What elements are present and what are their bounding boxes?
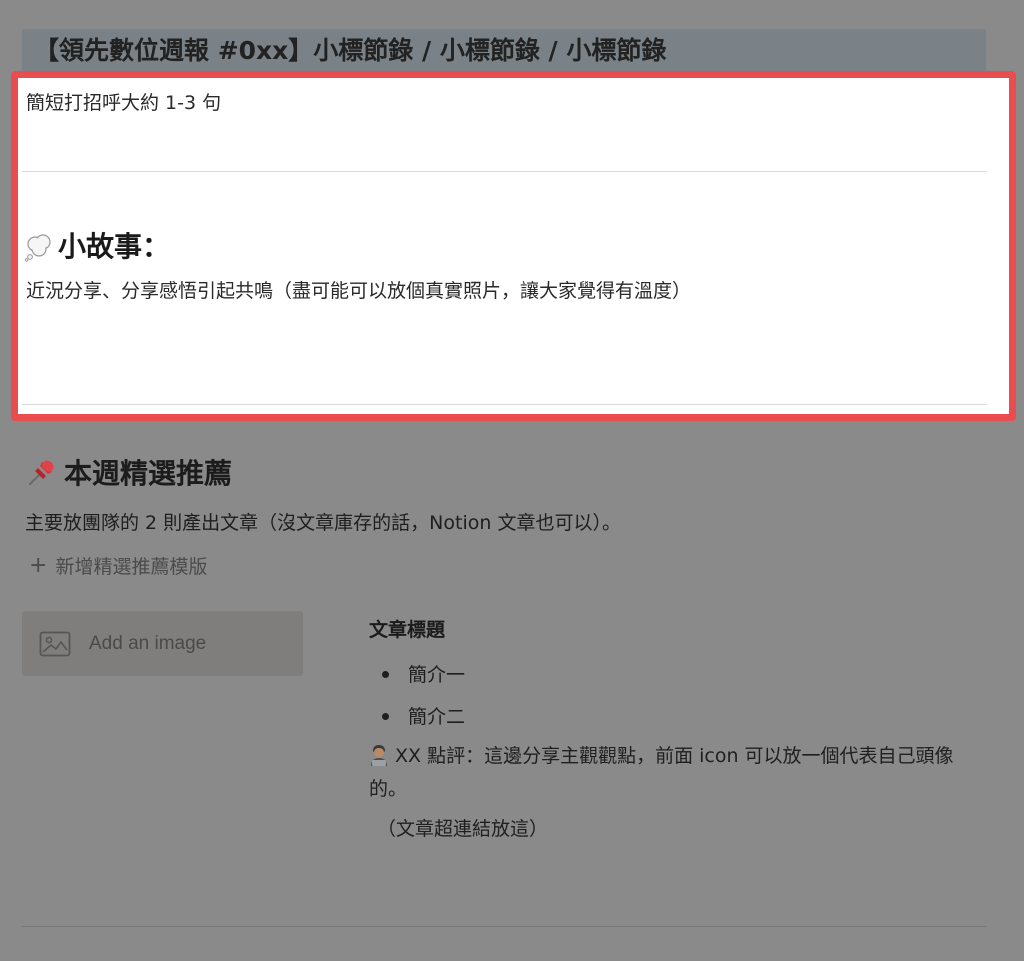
story-body-text[interactable]: 近況分享、分享感悟引起共鳴（盡可能可以放個真實照片，讓大家覺得有溫度） [26,276,691,303]
article-title[interactable]: 文章標題 [369,615,979,642]
page-title[interactable]: 【領先數位週報 #0xx】小標節錄 / 小標節錄 / 小標節錄 [34,36,986,66]
bullet-dot [382,713,389,720]
list-item[interactable]: 簡介一 [369,660,979,688]
highlighted-section: 簡短打招呼大約 1-3 句 小故事： 近況分享、分享感悟引起共鳴（盡可能可以放個… [11,71,1016,421]
divider [22,926,986,927]
featured-description[interactable]: 主要放團隊的 2 則產出文章（沒文章庫存的話，Notion 文章也可以）。 [25,508,621,535]
bullet-dot [382,671,389,678]
list-item[interactable]: 簡介二 [369,702,979,730]
featured-heading[interactable]: 本週精選推薦 [26,452,232,492]
list-item-text: 簡介一 [408,664,466,686]
add-image-label: Add an image [89,632,207,654]
person-at-laptop-icon [371,745,387,766]
reviewer-comment-text: XX 點評：這邊分享主觀觀點，前面 icon 可以放一個代表自己頭像的。 [369,745,954,800]
pushpin-icon [28,460,54,486]
add-image-block[interactable]: Add an image [22,611,303,676]
page-title-bar: 【領先數位週報 #0xx】小標節錄 / 小標節錄 / 小標節錄 [22,29,986,73]
divider [22,171,987,172]
plus-icon: + [29,552,48,578]
story-heading[interactable]: 小故事： [24,225,170,265]
article-bullet-list: 簡介一 簡介二 [369,660,979,730]
thought-bubble-icon [24,234,51,262]
featured-heading-label: 本週精選推薦 [64,457,233,490]
image-icon [39,631,71,656]
divider [22,404,987,405]
greeting-text[interactable]: 簡短打招呼大約 1-3 句 [26,88,221,115]
story-heading-label: 小故事： [58,230,171,263]
article-column: 文章標題 簡介一 簡介二 XX 點評：這邊分享主觀觀點，前面 icon 可以放一… [369,615,979,841]
add-template-label: 新增精選推薦模版 [55,556,208,578]
article-link-placeholder[interactable]: （文章超連結放這） [369,814,979,841]
add-template-button[interactable]: + 新增精選推薦模版 [29,552,207,579]
list-item-text: 簡介二 [408,706,466,728]
reviewer-comment[interactable]: XX 點評：這邊分享主觀觀點，前面 icon 可以放一個代表自己頭像的。 [369,740,979,806]
